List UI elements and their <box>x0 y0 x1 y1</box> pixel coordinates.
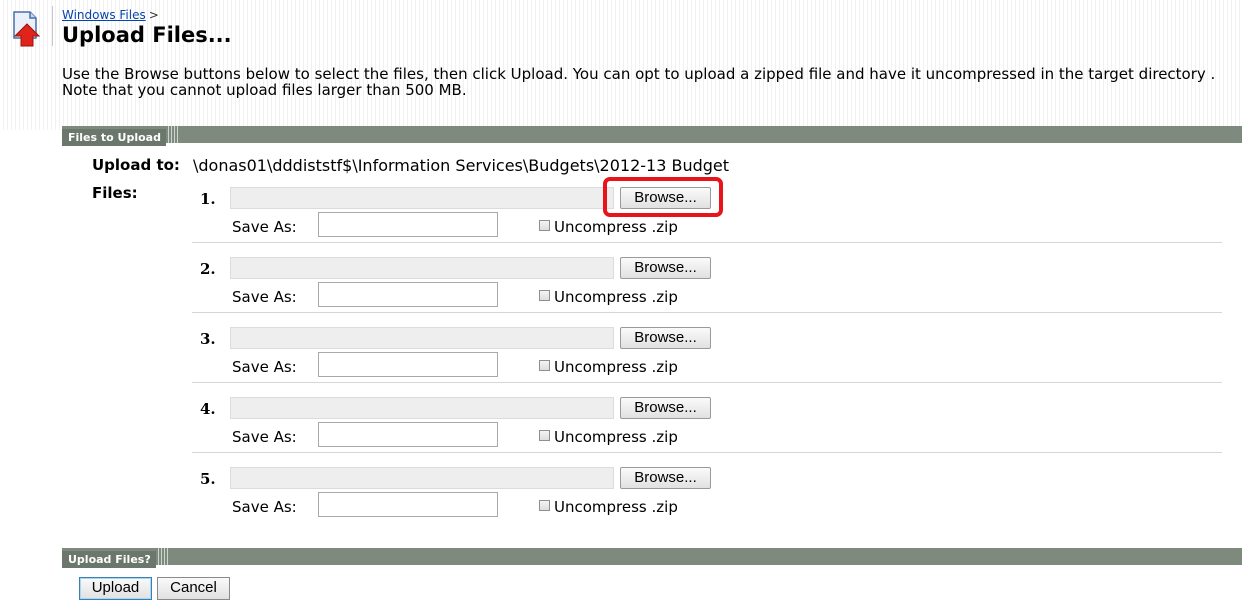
intro-text: Use the Browse buttons below to select t… <box>62 65 1216 99</box>
browse-button[interactable]: Browse... <box>620 397 711 419</box>
row-divider <box>192 382 1222 383</box>
section-grip <box>167 126 180 143</box>
breadcrumb-separator: > <box>148 8 159 22</box>
save-as-input[interactable] <box>318 422 498 447</box>
browse-button[interactable]: Browse... <box>620 257 711 279</box>
file-row-number: 1. <box>200 190 216 208</box>
uncompress-checkbox[interactable] <box>539 290 550 301</box>
uncompress-label[interactable]: Uncompress .zip <box>554 498 678 516</box>
upload-button[interactable]: Upload <box>79 577 152 600</box>
uncompress-label[interactable]: Uncompress .zip <box>554 358 678 376</box>
uncompress-label[interactable]: Uncompress .zip <box>554 428 678 446</box>
file-row-number: 2. <box>200 260 216 278</box>
files-label: Files: <box>92 184 138 202</box>
save-as-label: Save As: <box>232 498 297 516</box>
file-row-number: 5. <box>200 470 216 488</box>
save-as-input[interactable] <box>318 492 498 517</box>
file-row: 1. Browse... Save As: Uncompress .zip <box>192 182 1222 250</box>
uncompress-checkbox[interactable] <box>539 220 550 231</box>
page-title: Upload Files... <box>62 23 232 47</box>
file-row: 3. Browse... Save As: Uncompress .zip <box>192 322 1222 390</box>
upload-files-icon <box>10 8 48 48</box>
file-path-input[interactable] <box>230 467 614 489</box>
file-path-input[interactable] <box>230 327 614 349</box>
uncompress-checkbox[interactable] <box>539 360 550 371</box>
section-title: Files to Upload <box>62 129 166 146</box>
row-divider <box>192 242 1222 243</box>
header-divider <box>52 6 53 46</box>
breadcrumb: Windows Files > <box>62 8 159 22</box>
uncompress-label[interactable]: Uncompress .zip <box>554 218 678 236</box>
save-as-input[interactable] <box>318 352 498 377</box>
browse-button[interactable]: Browse... <box>620 187 711 209</box>
file-row: 5. Browse... Save As: Uncompress .zip <box>192 462 1222 530</box>
file-row: 2. Browse... Save As: Uncompress .zip <box>192 252 1222 320</box>
save-as-label: Save As: <box>232 218 297 236</box>
file-row-number: 4. <box>200 400 216 418</box>
cancel-button[interactable]: Cancel <box>157 577 230 600</box>
upload-files-section-header: Upload Files? <box>62 548 1242 568</box>
section-grip <box>157 548 170 565</box>
save-as-label: Save As: <box>232 358 297 376</box>
file-row-number: 3. <box>200 330 216 348</box>
files-to-upload-section-header: Files to Upload <box>62 126 1242 146</box>
save-as-input[interactable] <box>318 282 498 307</box>
file-path-input[interactable] <box>230 397 614 419</box>
save-as-label: Save As: <box>232 428 297 446</box>
file-row: 4. Browse... Save As: Uncompress .zip <box>192 392 1222 460</box>
uncompress-checkbox[interactable] <box>539 430 550 441</box>
upload-to-path: \donas01\dddiststf$\Information Services… <box>193 156 730 175</box>
file-path-input[interactable] <box>230 257 614 279</box>
breadcrumb-windows-files-link[interactable]: Windows Files <box>62 8 146 22</box>
row-divider <box>192 312 1222 313</box>
save-as-input[interactable] <box>318 212 498 237</box>
save-as-label: Save As: <box>232 288 297 306</box>
browse-button[interactable]: Browse... <box>620 327 711 349</box>
browse-button[interactable]: Browse... <box>620 467 711 489</box>
section-title: Upload Files? <box>62 551 156 568</box>
uncompress-label[interactable]: Uncompress .zip <box>554 288 678 306</box>
uncompress-checkbox[interactable] <box>539 500 550 511</box>
file-path-input[interactable] <box>230 187 614 209</box>
upload-to-label: Upload to: <box>92 156 180 174</box>
row-divider <box>192 452 1222 453</box>
